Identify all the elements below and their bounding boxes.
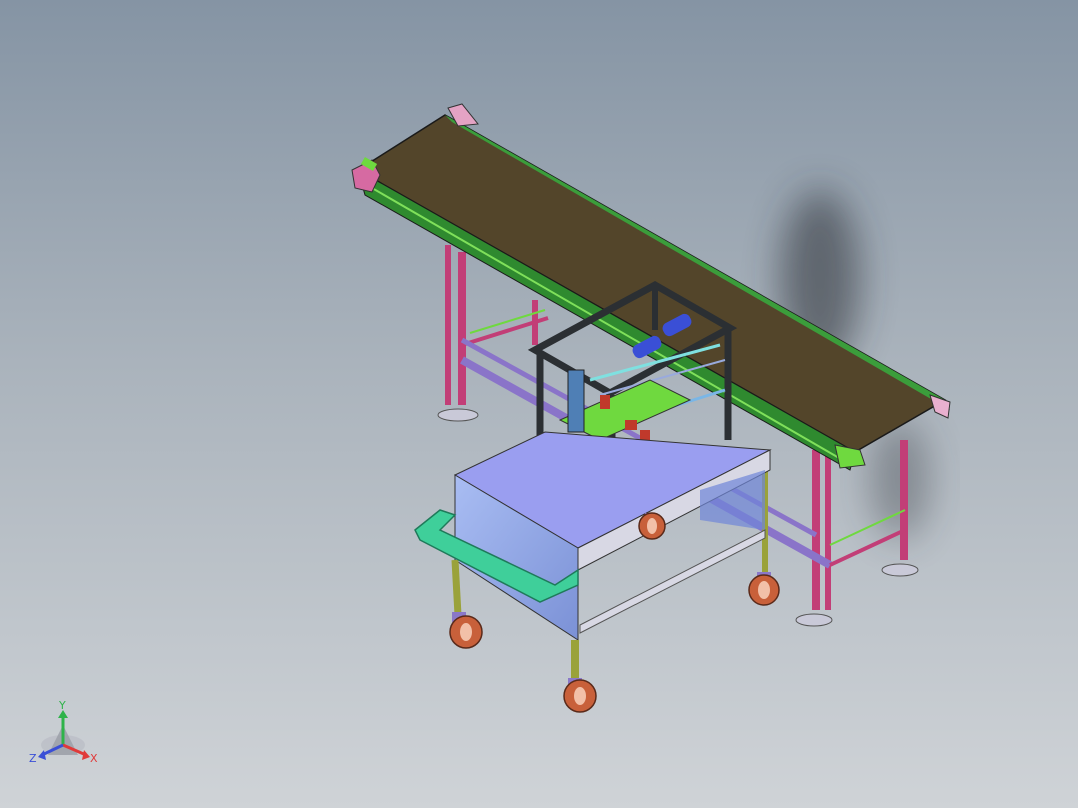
z-axis-label: Z	[29, 752, 37, 765]
cad-viewport[interactable]: Y Z X	[0, 0, 1078, 808]
axis-triad[interactable]: Y Z X	[29, 699, 98, 765]
cad-model-view[interactable]: Y Z X	[0, 0, 1078, 808]
x-axis-label: X	[90, 752, 98, 765]
caster-wheel-icon	[638, 512, 666, 540]
caster-wheel-icon	[449, 612, 483, 649]
caster-wheel-icon	[748, 572, 780, 606]
caster-wheel-icon	[563, 678, 597, 713]
y-axis-label: Y	[58, 699, 66, 712]
